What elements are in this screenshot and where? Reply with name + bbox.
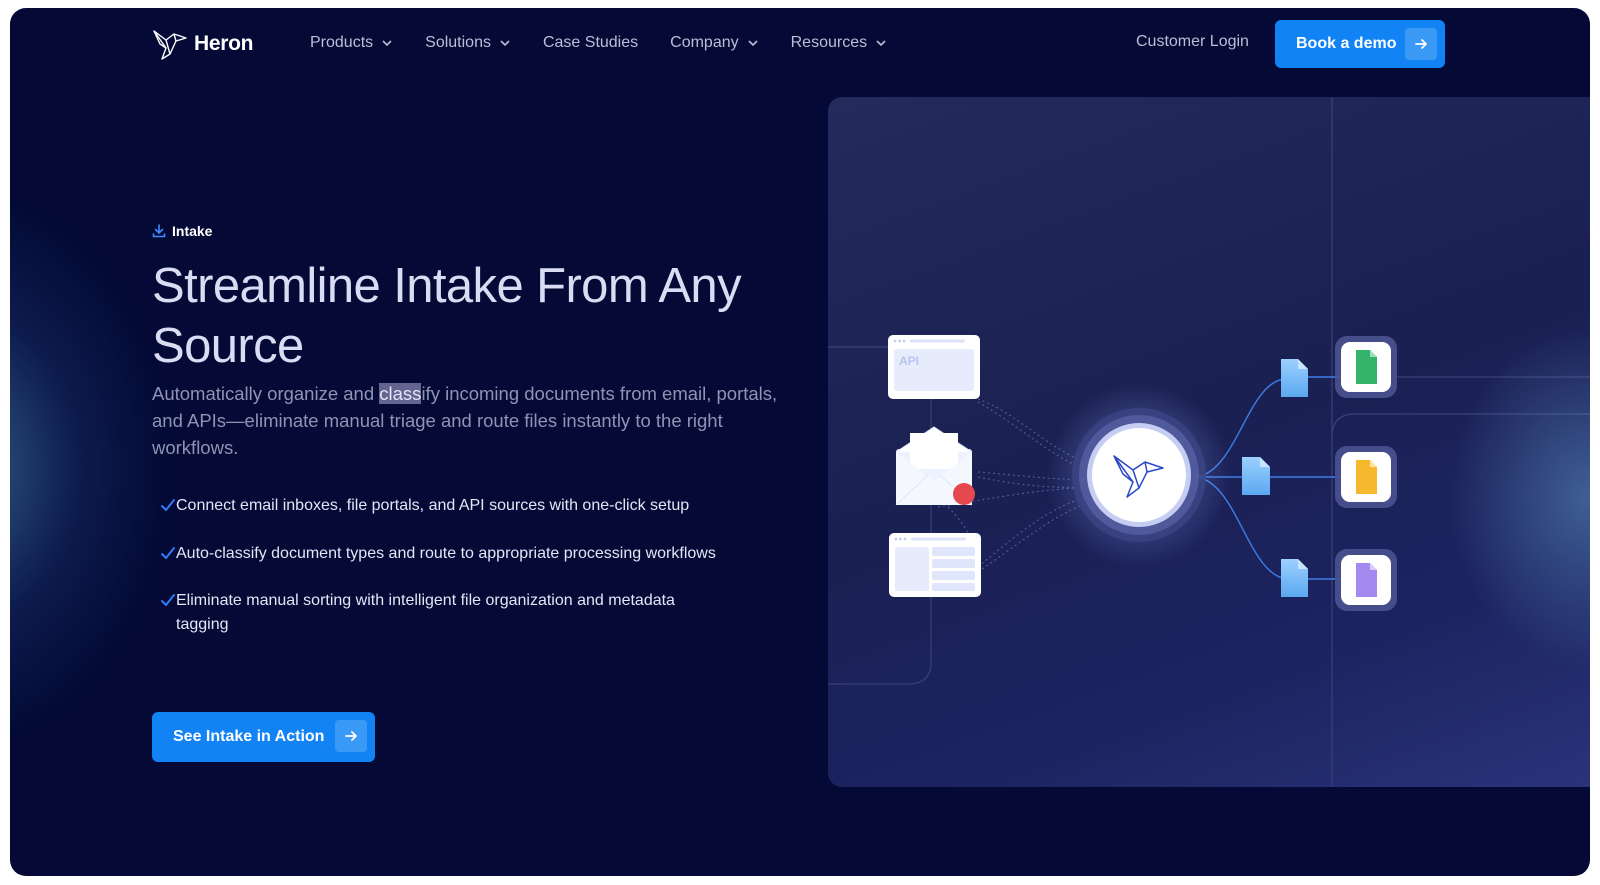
customer-login-link[interactable]: Customer Login (1136, 33, 1249, 51)
nav-item-solutions[interactable]: Solutions (425, 32, 511, 54)
arrow-right-icon (335, 720, 367, 752)
feature-text: Connect email inboxes, file portals, and… (176, 497, 690, 514)
brand-logo[interactable]: Heron (152, 28, 253, 60)
notification-dot (953, 483, 975, 505)
main-menu: Products Solutions Case Studies Company … (310, 32, 919, 54)
file-icon (1281, 359, 1308, 397)
check-icon (161, 499, 175, 511)
feature-text: Auto-classify document types and route t… (176, 544, 716, 562)
nav-item-label: Resources (790, 34, 868, 51)
text-selection: class (379, 383, 422, 404)
download-icon (152, 224, 166, 238)
yellow-document-tile (1335, 446, 1397, 508)
left-glow (10, 188, 170, 748)
page-frame: Heron Products Solutions Case Studies Co… (10, 8, 1590, 876)
chevron-down-icon (500, 40, 510, 47)
email-envelope-icon (895, 426, 975, 506)
feature-item: Eliminate manual sorting with intelligen… (160, 589, 720, 636)
book-demo-label: Book a demo (1296, 35, 1397, 52)
right-glow (1448, 327, 1590, 667)
description-text: Automatically organize and (152, 383, 380, 404)
section-eyebrow: Intake (152, 223, 212, 239)
top-nav: Heron Products Solutions Case Studies Co… (10, 8, 1590, 78)
feature-list: Connect email inboxes, file portals, and… (160, 494, 720, 660)
nav-item-label: Products (310, 34, 374, 51)
nav-item-label: Solutions (425, 34, 491, 51)
nav-item-products[interactable]: Products (310, 32, 393, 54)
nav-item-resources[interactable]: Resources (791, 32, 887, 54)
see-intake-button[interactable]: See Intake in Action (152, 712, 375, 762)
nav-item-label: Case Studies (542, 34, 639, 51)
check-icon (161, 594, 175, 606)
heron-hub (1047, 383, 1231, 567)
eyebrow-label: Intake (172, 223, 213, 239)
file-icon (1281, 559, 1308, 597)
intake-illustration: API (828, 97, 1590, 787)
page-title: Streamline Intake From Any Source (152, 259, 742, 373)
nav-item-label: Company (670, 34, 739, 51)
green-document-tile (1335, 336, 1397, 398)
feature-item: Connect email inboxes, file portals, and… (160, 494, 720, 518)
arrow-right-icon (1405, 28, 1437, 60)
brand-name: Heron (194, 32, 254, 55)
feature-text: Eliminate manual sorting with intelligen… (176, 592, 675, 633)
chevron-down-icon (382, 40, 392, 47)
heron-bird-icon (153, 30, 187, 60)
nav-item-case-studies[interactable]: Case Studies (543, 32, 638, 54)
nav-item-company[interactable]: Company (670, 32, 758, 54)
feature-item: Auto-classify document types and route t… (160, 542, 720, 566)
book-demo-button[interactable]: Book a demo (1275, 20, 1445, 68)
api-source-card: API (888, 335, 980, 399)
check-icon (161, 546, 175, 559)
hero-description: Automatically organize and classify inco… (152, 380, 812, 461)
api-card-label: API (899, 354, 919, 368)
chevron-down-icon (748, 40, 758, 47)
purple-document-tile (1335, 549, 1397, 611)
portal-source-card (889, 533, 981, 597)
cta-label: See Intake in Action (173, 728, 325, 745)
flow-diagram: API (828, 97, 1590, 787)
chevron-down-icon (876, 40, 886, 47)
file-icon (1242, 457, 1270, 495)
